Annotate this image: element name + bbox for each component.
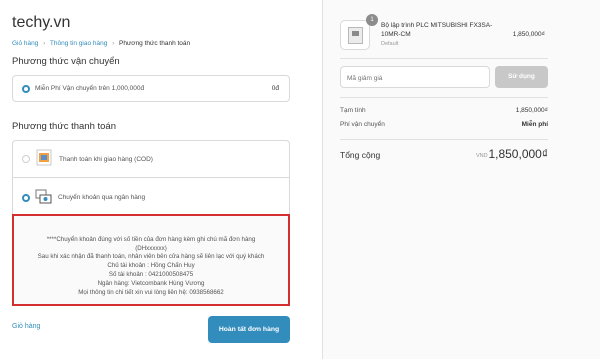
subtotal-label: Tạm tính [340, 107, 366, 114]
bank-radio[interactable] [22, 194, 30, 202]
breadcrumb-separator-icon: › [43, 41, 46, 47]
bank-info-line: Ngân hàng: Vietcombank Hùng Vương [97, 280, 205, 287]
complete-order-button[interactable]: Hoàn tất đơn hàng [208, 316, 290, 343]
shipping-option-price: 0đ [271, 85, 279, 92]
product-variant: Default [381, 41, 399, 47]
total-value: 1,850,000₫ [488, 147, 548, 161]
payment-option-cod[interactable]: Thanh toán khi giao hàng (COD) [13, 141, 289, 178]
breadcrumb-current: Phương thức thanh toán [119, 40, 191, 47]
bank-info-line: (DHxxxxxx) [135, 245, 167, 252]
shipping-method-title: Phương thức vận chuyển [12, 56, 120, 67]
product-thumbnail [340, 20, 370, 50]
bank-transfer-icon [35, 189, 53, 205]
payment-methods: Thanh toán khi giao hàng (COD) Chuyển kh… [12, 140, 290, 218]
breadcrumb-separator-icon: › [112, 41, 115, 47]
bank-info-line: Sau khi xác nhận đã thanh toán, nhân viê… [37, 253, 265, 260]
shipping-radio[interactable] [22, 85, 30, 93]
shipping-fee-label: Phí vận chuyển [340, 121, 385, 128]
bank-transfer-info: ****Chuyển khoản đúng với số tiền của đơ… [12, 214, 290, 306]
discount-code-field[interactable] [340, 66, 490, 89]
divider [340, 139, 548, 140]
currency-code: VND [476, 153, 488, 159]
total-label: Tổng cộng [340, 150, 381, 160]
bank-info-line: Số tài khoản : 0421000508475 [108, 271, 194, 278]
bank-info-line: Mọi thông tin chi tiết xin vui lòng liên… [78, 289, 224, 296]
shipping-option-label: Miễn Phí Vận chuyển trên 1,000,000đ [35, 85, 145, 92]
store-logo[interactable]: techy.vn [12, 14, 70, 32]
payment-option-bank[interactable]: Chuyển khoản qua ngân hàng [13, 178, 289, 218]
quantity-badge: 1 [366, 14, 378, 26]
cod-radio[interactable] [22, 155, 30, 163]
bank-transfer-label: Chuyển khoản qua ngân hàng [58, 194, 146, 201]
checkout-main: techy.vn Giỏ hàng › Thông tin giao hàng … [0, 0, 322, 359]
discount-code-input[interactable] [341, 68, 489, 89]
breadcrumb-shipping-info[interactable]: Thông tin giao hàng [50, 40, 107, 47]
back-to-cart-link[interactable]: Giỏ hàng [12, 323, 40, 330]
payment-method-title: Phương thức thanh toán [12, 121, 116, 132]
bank-info-line: ****Chuyển khoản đúng với số tiền của đơ… [46, 236, 256, 243]
product-price: 1,850,000₫ [512, 31, 545, 38]
breadcrumb-cart[interactable]: Giỏ hàng [12, 40, 38, 47]
apply-discount-button[interactable]: Sử dụng [495, 66, 548, 88]
shipping-fee-value: Miễn phí [521, 121, 548, 128]
subtotal-value: 1,850,000₫ [515, 107, 548, 114]
cod-label: Thanh toán khi giao hàng (COD) [59, 156, 153, 163]
breadcrumb: Giỏ hàng › Thông tin giao hàng › Phương … [12, 40, 190, 47]
cod-icon [36, 149, 52, 166]
divider [340, 58, 548, 59]
plc-product-image [348, 27, 363, 44]
bank-info-line: Chủ tài khoản : Hồng Chấn Huy [107, 262, 195, 269]
shipping-option[interactable]: Miễn Phí Vận chuyển trên 1,000,000đ 0đ [12, 75, 290, 102]
order-summary [322, 0, 600, 359]
divider [340, 97, 548, 98]
product-name: Bộ lập trình PLC MITSUBISHI FX3SA-10MR-C… [381, 22, 493, 38]
